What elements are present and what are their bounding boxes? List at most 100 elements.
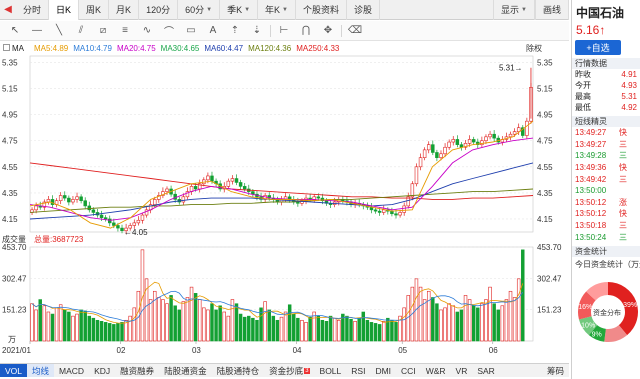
signal-text: 三	[619, 151, 627, 161]
indicator-tab[interactable]: BOLL	[315, 364, 347, 377]
indicator-tab[interactable]: CCI	[396, 364, 421, 377]
volume-bar	[296, 317, 300, 342]
indicator-tab[interactable]: RSI	[346, 364, 370, 377]
indicator-tab[interactable]: 融资融券	[115, 364, 159, 377]
delete-icon[interactable]: ⌫	[344, 22, 366, 40]
tab-weekly-k[interactable]: 周K	[79, 0, 110, 20]
signal-row[interactable]: 13:50:12 快	[572, 208, 640, 220]
quote-section-title: 行情数据	[572, 58, 640, 69]
signal-row[interactable]: 13:50:12 涨	[572, 197, 640, 209]
rectangle-tool-icon[interactable]: ▭	[180, 22, 202, 40]
signal-row[interactable]: 13:49:28 三	[572, 150, 640, 162]
tab-diagnosis[interactable]: 诊股	[347, 0, 381, 20]
fibonacci-icon[interactable]: ≡	[114, 22, 136, 40]
candle-body	[132, 222, 137, 226]
volume-bar	[377, 324, 382, 342]
signal-row[interactable]: 13:49:42 三	[572, 173, 640, 185]
tab-monthly-k[interactable]: 月K	[109, 0, 140, 20]
volume-bar	[431, 297, 435, 342]
up-arrow-tool-icon[interactable]: ⇡	[224, 22, 246, 40]
candle-body	[480, 140, 484, 145]
tab-quarterly-k[interactable]: 季K ▼	[220, 0, 259, 20]
signal-row[interactable]: 13:50:00	[572, 185, 640, 197]
tab-stock-profile[interactable]: 个股资料	[296, 0, 348, 20]
indicator-tab[interactable]: VOL	[0, 364, 28, 377]
back-arrow-icon[interactable]: ◀	[0, 0, 16, 20]
display-menu-button[interactable]: 显示 ▼	[493, 0, 535, 20]
cursor-icon[interactable]: ↖	[4, 22, 26, 40]
volume-bar	[300, 319, 304, 342]
measure-icon[interactable]: ⊢	[273, 22, 295, 40]
indicator-tab-label: 资金抄底	[269, 365, 304, 376]
magnet-icon[interactable]: ⋂	[295, 22, 317, 40]
candle-body	[426, 144, 431, 151]
quote-row: 昨收 4.91	[572, 69, 640, 80]
indicator-tab[interactable]: MACD	[54, 364, 89, 377]
short-section-title[interactable]: 短线精灵	[572, 116, 640, 127]
signal-row[interactable]: 13:49:27 三	[572, 139, 640, 151]
volume-bar	[283, 311, 288, 342]
period-tab-bar: ◀ 分时 日K 周K 月K 120分 60分 ▼ 季K ▼ 年K ▼ 个股资料 诊股 …	[0, 0, 569, 20]
candle-body	[431, 144, 435, 153]
indicator-tab[interactable]: DMI	[370, 364, 396, 377]
checkbox-icon[interactable]	[3, 43, 10, 51]
candle-body	[165, 188, 169, 192]
signal-time: 13:49:36	[575, 163, 607, 173]
signal-row[interactable]: 13:50:24 三	[572, 231, 640, 243]
volume-bar	[124, 319, 128, 342]
indicator-tab[interactable]: 均线	[27, 364, 55, 377]
tab-yearly-k[interactable]: 年K ▼	[258, 0, 296, 20]
ma-item: MA30:4.65	[160, 43, 200, 53]
fund-distribution-donut[interactable]: 39% 9% 10% 16%资金分布	[572, 274, 640, 354]
volume-bar	[275, 319, 280, 342]
indicator-tab[interactable]: SAR	[472, 364, 499, 377]
line-tool-icon[interactable]: —	[26, 22, 48, 40]
ma-legend: MA MA5:4.89 MA10:4.79 MA20:4.75 MA30:4.6…	[0, 42, 569, 54]
volume-bar	[132, 307, 137, 342]
ma-toggle[interactable]: MA	[3, 43, 29, 53]
tab-intraday[interactable]: 分时	[16, 0, 50, 20]
parallel-lines-icon[interactable]: ⫽	[70, 22, 92, 40]
signal-row[interactable]: 13:49:36 快	[572, 162, 640, 174]
volume-bar	[292, 313, 296, 342]
down-arrow-tool-icon[interactable]: ⇣	[246, 22, 268, 40]
chip-distribution-button[interactable]: 筹码	[542, 364, 569, 377]
volume-bar	[512, 297, 517, 342]
flow-section-title: 资金统计	[572, 245, 640, 257]
volume-bar	[181, 301, 186, 342]
move-icon[interactable]: ✥	[317, 22, 339, 40]
candle-body	[83, 200, 87, 207]
y-tick-label: 5.35	[537, 59, 553, 68]
tab-60min[interactable]: 60分 ▼	[178, 0, 221, 20]
volume-bar	[87, 315, 92, 342]
text-tool-icon[interactable]: A	[202, 22, 224, 40]
chevron-down-icon: ▼	[521, 6, 527, 13]
indicator-tab-label: VR	[455, 365, 468, 376]
ma-line-ma250	[29, 162, 534, 200]
arc-tool-icon[interactable]: ⌒	[158, 22, 180, 40]
volume-bar	[353, 321, 357, 342]
donut-center-label: 资金分布	[593, 308, 621, 317]
draw-line-button[interactable]: 画线	[534, 0, 569, 20]
ex-rights-toggle[interactable]: 除权	[526, 43, 542, 54]
tab-120min[interactable]: 120分	[139, 0, 179, 20]
indicator-tab[interactable]: 陆股通持仓	[212, 364, 265, 377]
indicator-tab[interactable]: KDJ	[89, 364, 115, 377]
wave-tool-icon[interactable]: ∿	[136, 22, 158, 40]
signal-row[interactable]: 13:49:27 快	[572, 127, 640, 139]
indicator-tab[interactable]: W&R	[421, 364, 451, 377]
indicator-tab[interactable]: 陆股通资金	[159, 364, 212, 377]
add-favorite-button[interactable]: +自选	[575, 40, 621, 55]
channel-icon[interactable]: ⧄	[92, 22, 114, 40]
signal-row[interactable]: 13:50:18 三	[572, 220, 640, 232]
signal-time: 13:50:24	[575, 232, 607, 242]
volume-bar	[148, 299, 153, 342]
ray-tool-icon[interactable]: ╲	[48, 22, 70, 40]
tab-daily-k[interactable]: 日K	[49, 0, 80, 20]
indicator-tab[interactable]: VR	[451, 364, 473, 377]
kline-chart[interactable]: 5.35 5.35 5.15 5.15 4.95 4.95 4.75 4.75 4.55 4.55…	[0, 54, 569, 363]
candle-body	[87, 205, 92, 211]
volume-bar	[369, 322, 374, 342]
indicator-tab[interactable]: 资金抄底 3	[264, 364, 314, 377]
signal-text: 三	[619, 174, 627, 184]
